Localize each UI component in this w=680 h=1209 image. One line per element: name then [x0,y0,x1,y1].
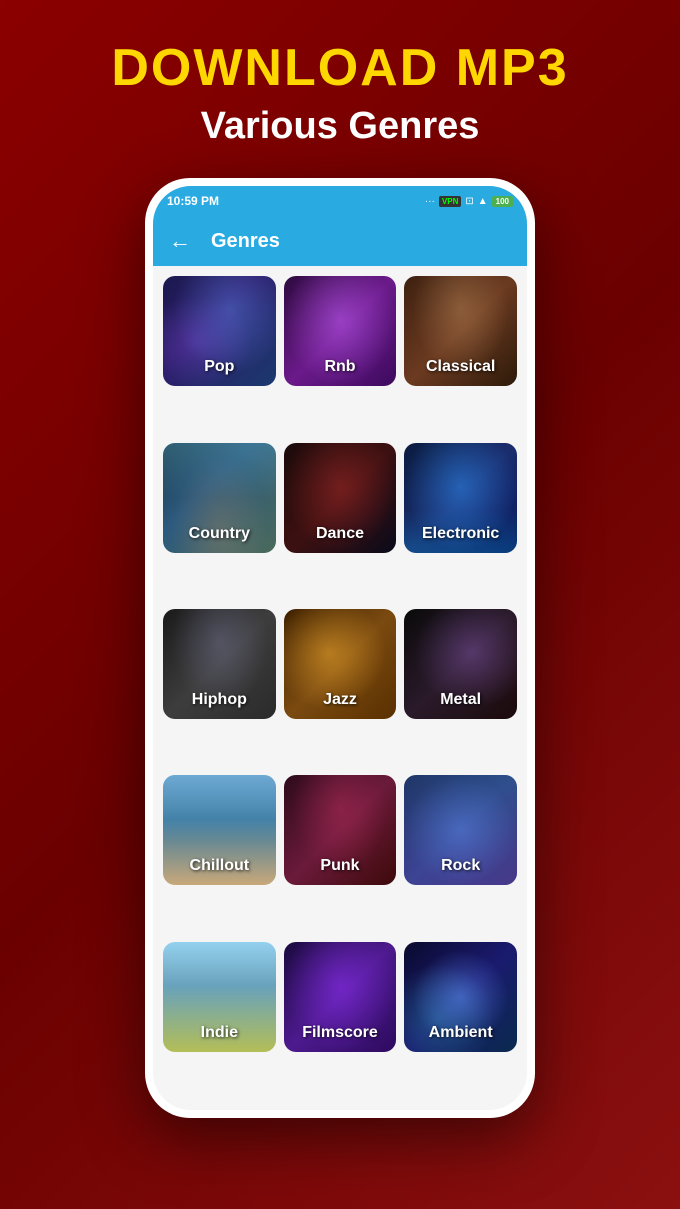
genre-card-punk[interactable]: Punk [284,775,397,885]
genre-card-rnb[interactable]: Rnb [284,276,397,386]
genre-card-country[interactable]: Country [163,443,276,553]
genre-label-indie: Indie [163,1024,276,1042]
status-icons: ··· VPN ⊡ ▲ 100 [425,196,513,207]
genre-label-rnb: Rnb [284,358,397,376]
main-title: DOWNLOAD MP3 [111,40,568,97]
genre-label-country: Country [163,525,276,543]
phone-screen: 10:59 PM ··· VPN ⊡ ▲ 100 ← Genres Pop Rnb… [153,186,527,1110]
genre-label-ambient: Ambient [404,1024,517,1042]
genre-card-classical[interactable]: Classical [404,276,517,386]
genres-grid: Pop Rnb Classical Country Dance Electronic Hip… [153,266,527,1110]
vpn-badge: VPN [439,196,461,207]
genre-card-hiphop[interactable]: Hiphop [163,609,276,719]
genre-card-chillout[interactable]: Chillout [163,775,276,885]
sub-title: Various Genres [111,105,568,148]
genre-label-chillout: Chillout [163,857,276,875]
genre-card-indie[interactable]: Indie [163,942,276,1052]
genre-label-jazz: Jazz [284,691,397,709]
genre-label-punk: Punk [284,857,397,875]
genre-card-ambient[interactable]: Ambient [404,942,517,1052]
genre-label-pop: Pop [163,358,276,376]
back-button[interactable]: ← [169,228,191,254]
genre-card-electronic[interactable]: Electronic [404,443,517,553]
phone-mockup: 10:59 PM ··· VPN ⊡ ▲ 100 ← Genres Pop Rnb… [145,178,535,1118]
genre-card-metal[interactable]: Metal [404,609,517,719]
app-header-section: DOWNLOAD MP3 Various Genres [111,40,568,148]
genre-card-jazz[interactable]: Jazz [284,609,397,719]
genre-label-metal: Metal [404,691,517,709]
battery-badge: 100 [492,196,513,207]
genre-card-pop[interactable]: Pop [163,276,276,386]
genre-label-electronic: Electronic [404,525,517,543]
screen-title: Genres [211,230,280,253]
genre-card-dance[interactable]: Dance [284,443,397,553]
genre-label-rock: Rock [404,857,517,875]
dots-icon: ··· [425,196,435,207]
genre-label-dance: Dance [284,525,397,543]
app-toolbar: ← Genres [153,216,527,266]
genre-label-filmscore: Filmscore [284,1024,397,1042]
genre-label-hiphop: Hiphop [163,691,276,709]
screen-icon: ⊡ [465,196,473,207]
wifi-icon: ▲ [478,196,488,207]
status-time: 10:59 PM [167,194,219,208]
genre-card-filmscore[interactable]: Filmscore [284,942,397,1052]
genre-card-rock[interactable]: Rock [404,775,517,885]
genre-label-classical: Classical [404,358,517,376]
status-bar: 10:59 PM ··· VPN ⊡ ▲ 100 [153,186,527,216]
